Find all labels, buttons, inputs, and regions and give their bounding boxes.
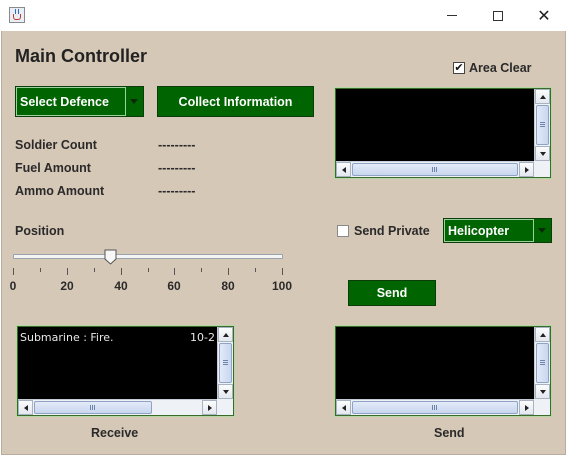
scroll-thumb[interactable] [34,401,152,414]
slider-major-tick [174,268,175,275]
scroll-thumb[interactable] [352,401,518,414]
slider-major-tick [13,268,14,275]
vertical-scrollbar[interactable] [534,89,550,161]
position-label: Position [15,224,65,238]
horizontal-scrollbar[interactable] [18,399,217,415]
minimize-icon [447,15,457,16]
close-icon: ✕ [537,6,551,25]
vertical-scrollbar[interactable] [217,327,233,399]
scroll-thumb[interactable] [352,163,518,176]
combo-arrow-icon[interactable] [125,87,143,116]
slider-tick-label: 80 [221,279,235,293]
main-panel: Main Controller ✔ Area Clear Select Defe… [1,31,566,455]
vehicle-combo[interactable]: Helicopter [443,218,552,243]
fuel-amount-label: Fuel Amount [15,161,91,175]
area-clear-checkbox[interactable]: ✔ Area Clear [453,61,532,75]
checkbox-checked-icon[interactable]: ✔ [453,62,465,74]
slider-minor-tick [255,268,256,272]
minimize-button[interactable] [429,0,475,31]
checkbox-empty-icon[interactable] [337,225,349,237]
scroll-left-icon[interactable] [18,400,33,415]
scroll-corner [534,399,550,415]
scroll-thumb[interactable] [219,343,232,383]
vertical-scrollbar[interactable] [534,327,550,399]
maximize-button[interactable] [475,0,521,31]
vehicle-combo-value: Helicopter [444,219,534,242]
horizontal-scrollbar[interactable] [336,399,534,415]
send-button[interactable]: Send [348,280,436,306]
soldier-count-label: Soldier Count [15,138,97,152]
receive-area[interactable]: Submarine : Fire. 10-2 [16,325,235,417]
scroll-corner [217,399,233,415]
page-title: Main Controller [15,46,148,66]
defence-combo[interactable]: Select Defence [15,86,144,117]
receive-message-overflow: 10-2 [190,331,215,344]
scroll-corner [534,161,550,177]
close-button[interactable]: ✕ [521,0,567,31]
title-bar: ✕ [0,0,567,31]
receive-caption: Receive [91,426,139,440]
slider-minor-tick [94,268,95,272]
scroll-right-icon[interactable] [202,400,217,415]
ammo-amount-label: Ammo Amount [15,184,105,198]
send-area[interactable] [334,325,552,417]
scroll-right-icon[interactable] [519,162,534,177]
scroll-up-icon[interactable] [535,327,550,342]
slider-tick-label: 20 [60,279,74,293]
position-slider[interactable]: 0 20 40 60 80 100 [9,246,292,304]
send-private-checkbox[interactable]: Send Private [337,224,430,238]
scroll-left-icon[interactable] [336,162,351,177]
slider-minor-tick [148,268,149,272]
scroll-thumb[interactable] [536,343,549,383]
area-clear-label: Area Clear [469,61,532,75]
combo-arrow-icon[interactable] [533,219,551,242]
slider-tick-label: 40 [114,279,128,293]
defence-combo-value: Select Defence [16,87,126,116]
slider-knob-icon[interactable] [104,249,117,265]
ammo-amount-value: --------- [158,184,196,198]
scroll-down-icon[interactable] [535,146,550,161]
slider-major-tick [121,268,122,275]
maximize-icon [493,10,503,21]
scroll-up-icon[interactable] [218,327,233,342]
fuel-amount-value: --------- [158,161,196,175]
slider-major-tick [67,268,68,275]
java-icon[interactable] [9,7,25,23]
scroll-down-icon[interactable] [535,384,550,399]
slider-tick-label: 100 [271,279,293,293]
soldier-count-value: --------- [158,138,196,152]
send-caption: Send [434,426,465,440]
slider-minor-tick [201,268,202,272]
scroll-thumb[interactable] [536,105,549,145]
horizontal-scrollbar[interactable] [336,161,534,177]
scroll-down-icon[interactable] [218,384,233,399]
slider-major-tick [228,268,229,275]
send-private-label: Send Private [354,224,430,238]
slider-tick-label: 60 [167,279,181,293]
slider-track[interactable] [13,254,283,259]
collect-information-button[interactable]: Collect Information [157,86,314,117]
slider-major-tick [282,268,283,275]
scroll-right-icon[interactable] [519,400,534,415]
top-output-area[interactable] [334,87,552,179]
scroll-left-icon[interactable] [336,400,351,415]
receive-message: Submarine : Fire. [20,331,114,344]
slider-minor-tick [40,268,41,272]
scroll-up-icon[interactable] [535,89,550,104]
slider-tick-label: 0 [9,279,17,293]
